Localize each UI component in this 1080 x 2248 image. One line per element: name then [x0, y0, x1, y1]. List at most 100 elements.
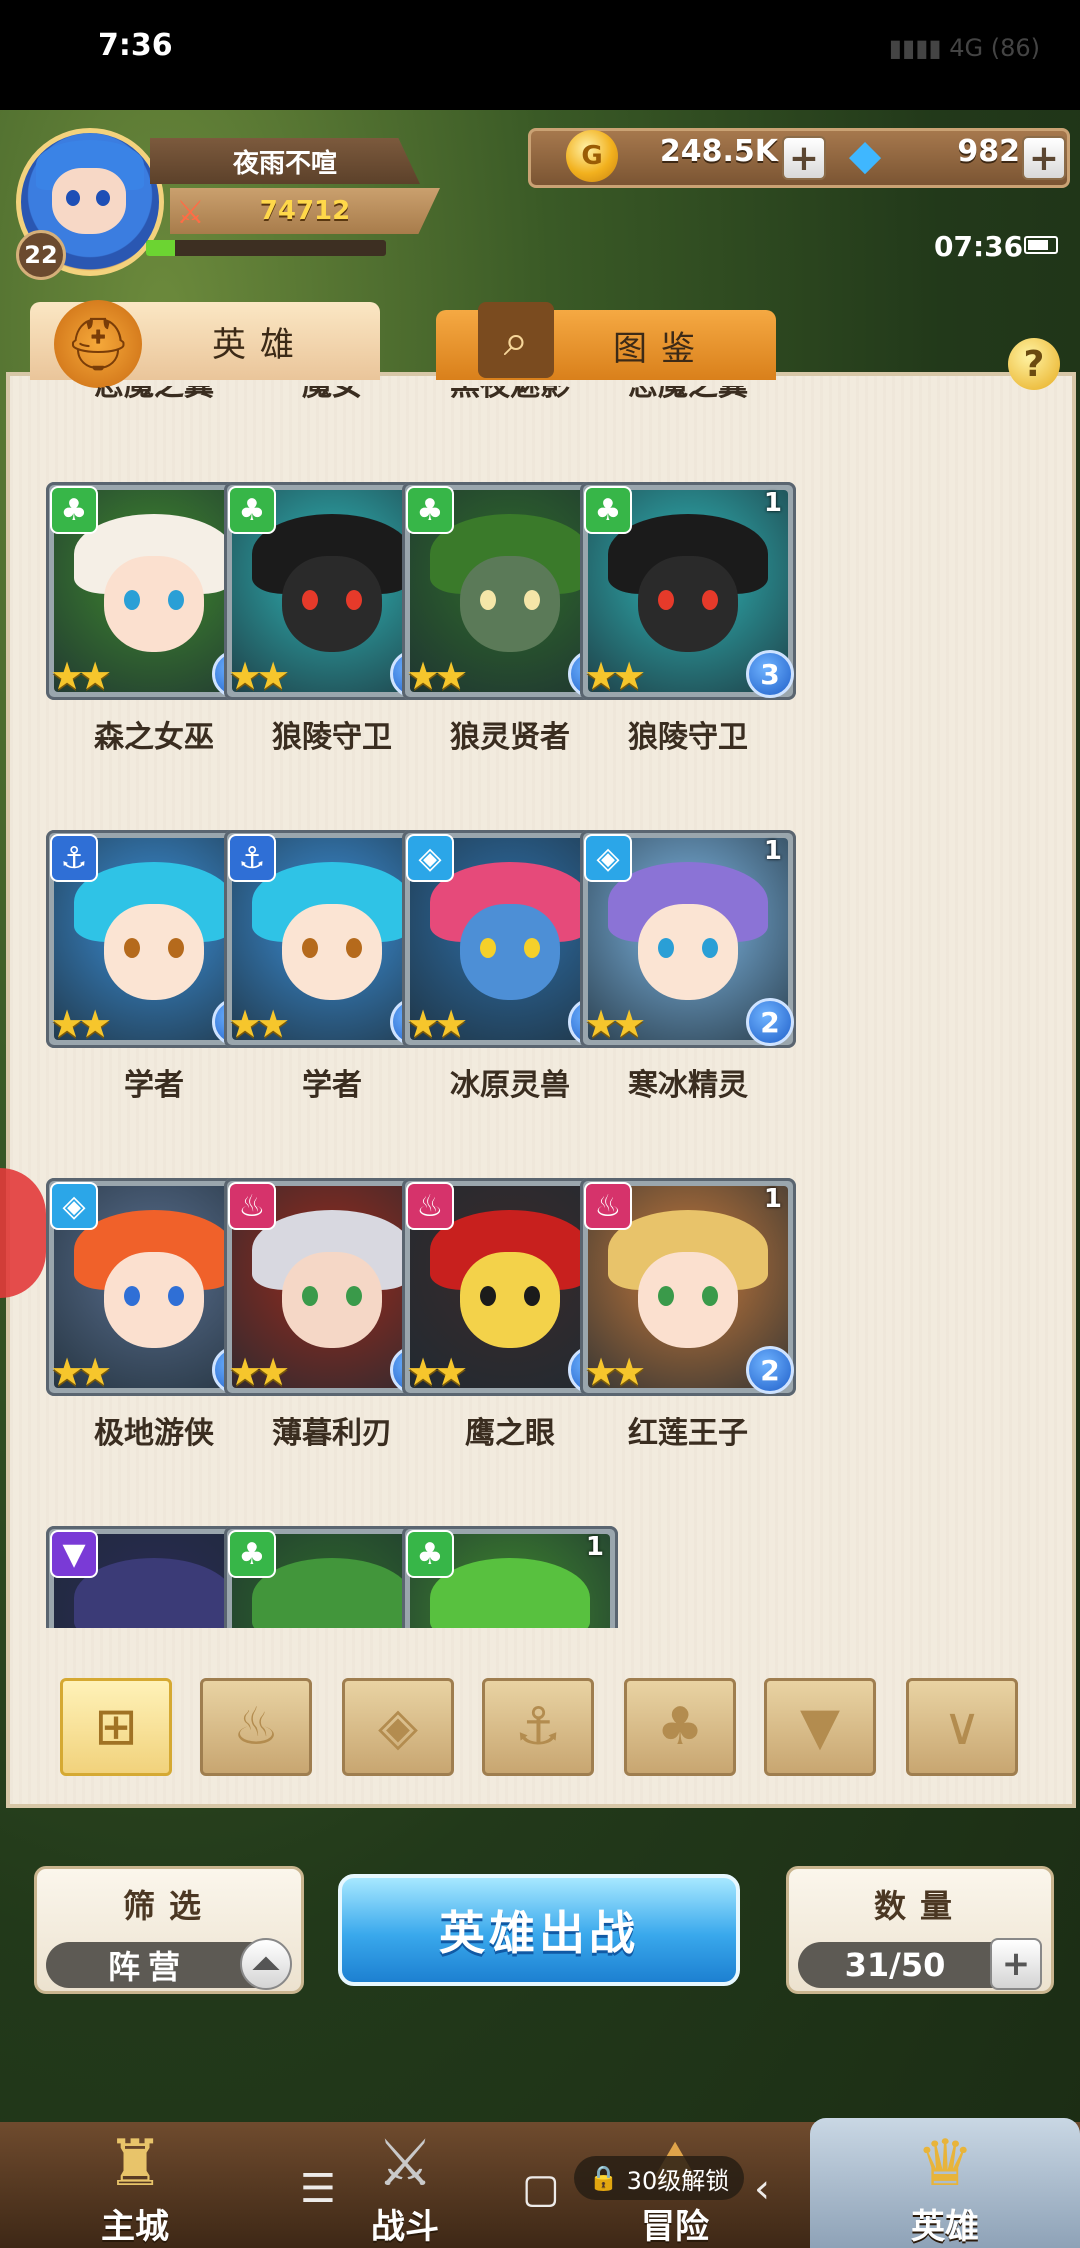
star-rating-icon: ★★: [584, 654, 646, 698]
game-clock: 07:36: [934, 230, 1024, 263]
portrait-eye: [168, 590, 184, 610]
portrait-eye: [658, 590, 674, 610]
hero-count-value: 31/50: [844, 1946, 946, 1984]
portrait-eye: [702, 938, 718, 958]
battery-level: [1028, 240, 1048, 250]
add-gems-button[interactable]: +: [1022, 136, 1066, 180]
help-button[interactable]: ?: [1008, 338, 1060, 390]
star-rating-icon: ★★: [584, 1350, 646, 1394]
ice-icon: ◈: [50, 1182, 98, 1230]
gold-coin-icon: G: [566, 130, 618, 182]
castle-icon: ♜: [106, 2127, 164, 2201]
nav-city-label: 主城: [101, 2207, 169, 2247]
filter-dark-button[interactable]: ▼: [764, 1678, 876, 1776]
star-rating-icon: ★★: [50, 1002, 112, 1046]
back-chevron-icon[interactable]: ‹: [754, 2166, 770, 2212]
filter-flame-button[interactable]: ♨: [200, 1678, 312, 1776]
filter-title: 筛选: [122, 1887, 215, 1925]
filter-anchor-button[interactable]: ⚓: [482, 1678, 594, 1776]
menu-icon[interactable]: ☰: [300, 2166, 336, 2212]
forest-icon: ♣: [50, 486, 98, 534]
hero-card[interactable]: ♣ 1 ★★ 3: [580, 482, 796, 700]
portrait-eye: [302, 938, 318, 958]
hero-grade-badge: 2: [746, 998, 794, 1046]
avatar-eye: [66, 190, 80, 206]
portrait-eye: [524, 1286, 540, 1306]
star-rating-icon: ★★: [50, 1350, 112, 1394]
filter-all-button[interactable]: ⊞: [60, 1678, 172, 1776]
add-gold-button[interactable]: +: [782, 136, 826, 180]
forest-icon: ♣: [406, 486, 454, 534]
avatar-face: [52, 168, 126, 234]
portrait-face: [460, 1252, 560, 1348]
portrait-face: [638, 904, 738, 1000]
filter-ice-button[interactable]: ◈: [342, 1678, 454, 1776]
hero-card[interactable]: ♣1: [402, 1526, 618, 1628]
forest-icon: ♣: [228, 1530, 276, 1578]
gold-amount: 248.5K: [659, 134, 778, 169]
star-rating-icon: ★★: [406, 1002, 468, 1046]
hero-name-partial: 恶魔之翼: [560, 386, 816, 404]
forest-icon: ♣: [406, 1530, 454, 1578]
nav-battle-label: 战斗: [371, 2207, 439, 2247]
light-faction-icon: ∨: [942, 1697, 982, 1757]
knight-helmet-icon: ⛑: [54, 300, 142, 388]
portrait-eye: [480, 1286, 496, 1306]
hero-helmet-icon: ♛: [916, 2127, 974, 2201]
diamond-icon: ◆: [848, 130, 882, 179]
chevron-up-icon: ⏶: [252, 1944, 280, 1984]
tab-codex-label: 图鉴: [613, 328, 709, 369]
count-title: 数量: [873, 1887, 966, 1925]
lock-text: 30级解锁: [626, 2166, 730, 2195]
player-level-badge: 22: [16, 230, 66, 280]
portrait-eye: [480, 938, 496, 958]
nav-heroes[interactable]: ♛ 英雄: [870, 2129, 1020, 2248]
xp-bar-fill: [146, 240, 175, 256]
hero-copies: 1: [585, 1532, 604, 1562]
portrait-eye: [302, 1286, 318, 1306]
lock-icon: 🔒: [588, 2164, 619, 2192]
portrait-eye: [168, 938, 184, 958]
crossed-swords-icon: ⚔: [376, 2127, 434, 2201]
portrait-eye: [124, 1286, 140, 1306]
filter-light-button[interactable]: ∨: [906, 1678, 1018, 1776]
star-rating-icon: ★★: [50, 654, 112, 698]
forest-faction-icon: ♣: [656, 1697, 704, 1757]
plus-icon: +: [1001, 1944, 1031, 1984]
portrait-eye: [346, 1286, 362, 1306]
portrait-eye: [124, 938, 140, 958]
gem-amount: 982: [957, 134, 1020, 169]
flame-icon: ♨: [406, 1182, 454, 1230]
dark-faction-icon: ▼: [800, 1697, 840, 1757]
expand-capacity-button[interactable]: +: [990, 1938, 1042, 1990]
hero-name: 红莲王子: [628, 1416, 748, 1451]
hero-deploy-button[interactable]: 英雄出战: [338, 1874, 740, 1986]
hero-card[interactable]: ♨ 1 ★★ 2: [580, 1178, 796, 1396]
portrait-eye: [346, 938, 362, 958]
flame-icon: ♨: [584, 1182, 632, 1230]
hero-name: 寒冰精灵: [628, 1068, 748, 1103]
home-square-icon[interactable]: ▢: [522, 2166, 560, 2212]
nav-adventure-label: 冒险: [641, 2207, 709, 2247]
filter-value: 阵营: [107, 1948, 188, 1986]
portrait-face: [460, 556, 560, 652]
portrait-eye: [658, 1286, 674, 1306]
hero-card[interactable]: ◈ 1 ★★ 2: [580, 830, 796, 1048]
magnifier-book-icon: ⌕: [478, 302, 554, 378]
portrait-hair: [74, 1558, 234, 1628]
filter-toggle-button[interactable]: ⏶: [240, 1938, 292, 1990]
nav-heroes-label: 英雄: [911, 2207, 979, 2247]
all-grid-icon: ⊞: [94, 1697, 138, 1757]
portrait-face: [282, 556, 382, 652]
portrait-face: [282, 1252, 382, 1348]
filter-forest-button[interactable]: ♣: [624, 1678, 736, 1776]
ice-faction-icon: ◈: [378, 1697, 418, 1757]
nav-battle[interactable]: ⚔ 战斗: [330, 2129, 480, 2248]
portrait-face: [104, 556, 204, 652]
hero-grade-badge: 3: [746, 650, 794, 698]
portrait-eye: [702, 590, 718, 610]
star-rating-icon: ★★: [584, 1002, 646, 1046]
nav-city[interactable]: ♜ 主城: [60, 2129, 210, 2248]
portrait-face: [638, 556, 738, 652]
star-rating-icon: ★★: [228, 1002, 290, 1046]
